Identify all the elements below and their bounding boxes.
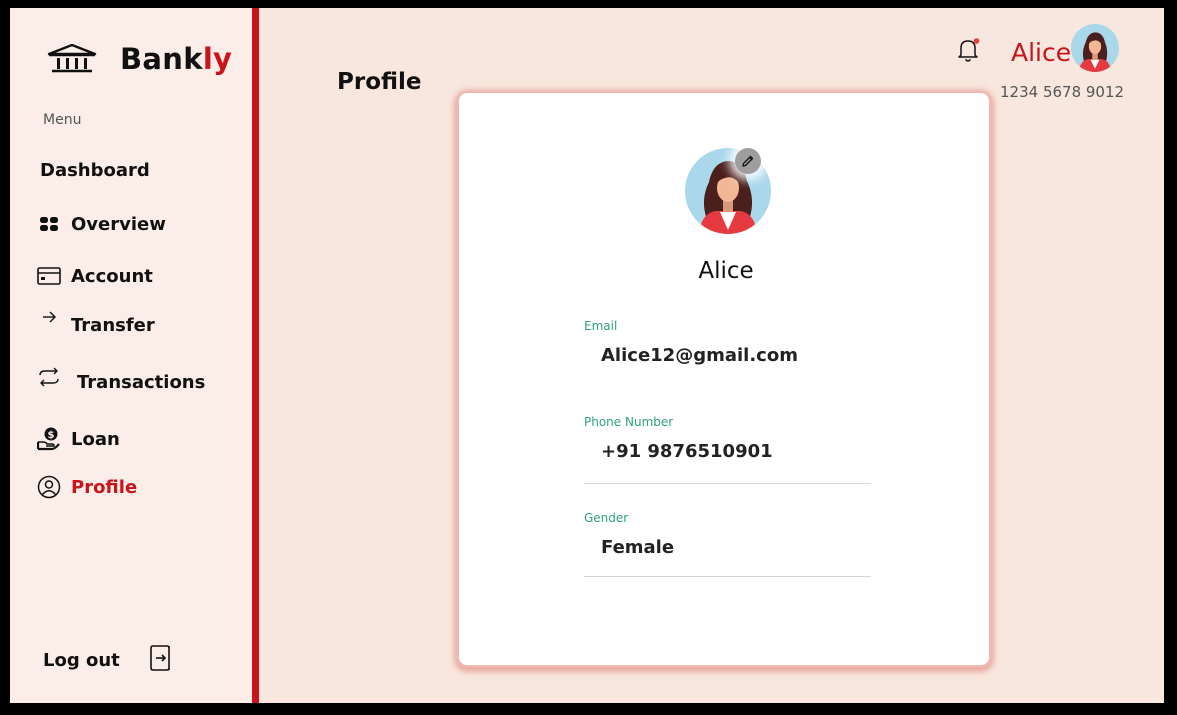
sidebar-item-label: Account	[71, 265, 153, 287]
page-title: Profile	[337, 69, 422, 95]
brand-name: Bankly	[120, 42, 233, 76]
logout-icon	[149, 645, 172, 676]
exchange-icon	[37, 367, 61, 391]
sidebar: Bankly Menu Dashboard Overview Account T…	[10, 8, 252, 703]
card-icon	[37, 264, 61, 288]
sidebar-item-account[interactable]: Account	[37, 264, 153, 288]
gender-label: Gender	[584, 511, 629, 525]
sidebar-item-label: Loan	[71, 428, 120, 450]
header-user-name[interactable]: Alice	[1011, 38, 1071, 67]
pencil-icon	[742, 155, 754, 167]
email-label: Email	[584, 319, 618, 333]
logout-button[interactable]: Log out	[43, 645, 172, 676]
grid-icon	[37, 212, 61, 236]
svg-text:$: $	[48, 430, 55, 441]
gender-value: Female	[601, 537, 675, 558]
divider	[584, 576, 871, 577]
sidebar-item-loan[interactable]: $ Loan	[37, 427, 120, 451]
email-field[interactable]: Email Alice12@gmail.com	[584, 319, 871, 366]
edit-avatar-button[interactable]	[735, 148, 761, 174]
sidebar-item-label: Overview	[71, 213, 166, 235]
phone-value: +91 9876510901	[601, 441, 773, 462]
sidebar-item-transactions[interactable]: Transactions	[37, 367, 206, 393]
sidebar-item-overview[interactable]: Overview	[37, 212, 166, 236]
loan-icon: $	[37, 427, 61, 451]
sidebar-item-label: Dashboard	[40, 160, 150, 181]
sidebar-item-transfer[interactable]: Transfer	[37, 311, 155, 336]
sidebar-item-label: Profile	[71, 476, 138, 498]
sidebar-item-label: Transactions	[77, 372, 206, 393]
sidebar-item-label: Transfer	[71, 315, 155, 336]
phone-field[interactable]: Phone Number +91 9876510901	[584, 415, 871, 462]
profile-card: Alice Email Alice12@gmail.com Phone Numb…	[457, 91, 991, 667]
header-avatar[interactable]	[1071, 24, 1119, 72]
app-window: Bankly Menu Dashboard Overview Account T…	[10, 8, 1164, 703]
gender-field[interactable]: Gender Female	[584, 511, 871, 558]
sidebar-divider	[252, 8, 259, 703]
email-value: Alice12@gmail.com	[601, 345, 798, 366]
arrow-right-icon	[37, 310, 61, 334]
divider	[584, 483, 871, 484]
bell-icon[interactable]	[956, 36, 982, 68]
profile-name: Alice	[698, 258, 754, 284]
user-circle-icon	[37, 475, 61, 499]
bank-icon	[47, 44, 97, 73]
sidebar-item-dashboard[interactable]: Dashboard	[40, 160, 150, 181]
logout-label: Log out	[43, 650, 120, 671]
sidebar-item-profile[interactable]: Profile	[37, 475, 137, 499]
brand-logo[interactable]: Bankly	[46, 42, 232, 76]
menu-label: Menu	[43, 112, 82, 128]
account-number: 1234 5678 9012	[1000, 83, 1125, 101]
profile-avatar-wrap	[685, 148, 771, 234]
phone-label: Phone Number	[584, 415, 674, 429]
